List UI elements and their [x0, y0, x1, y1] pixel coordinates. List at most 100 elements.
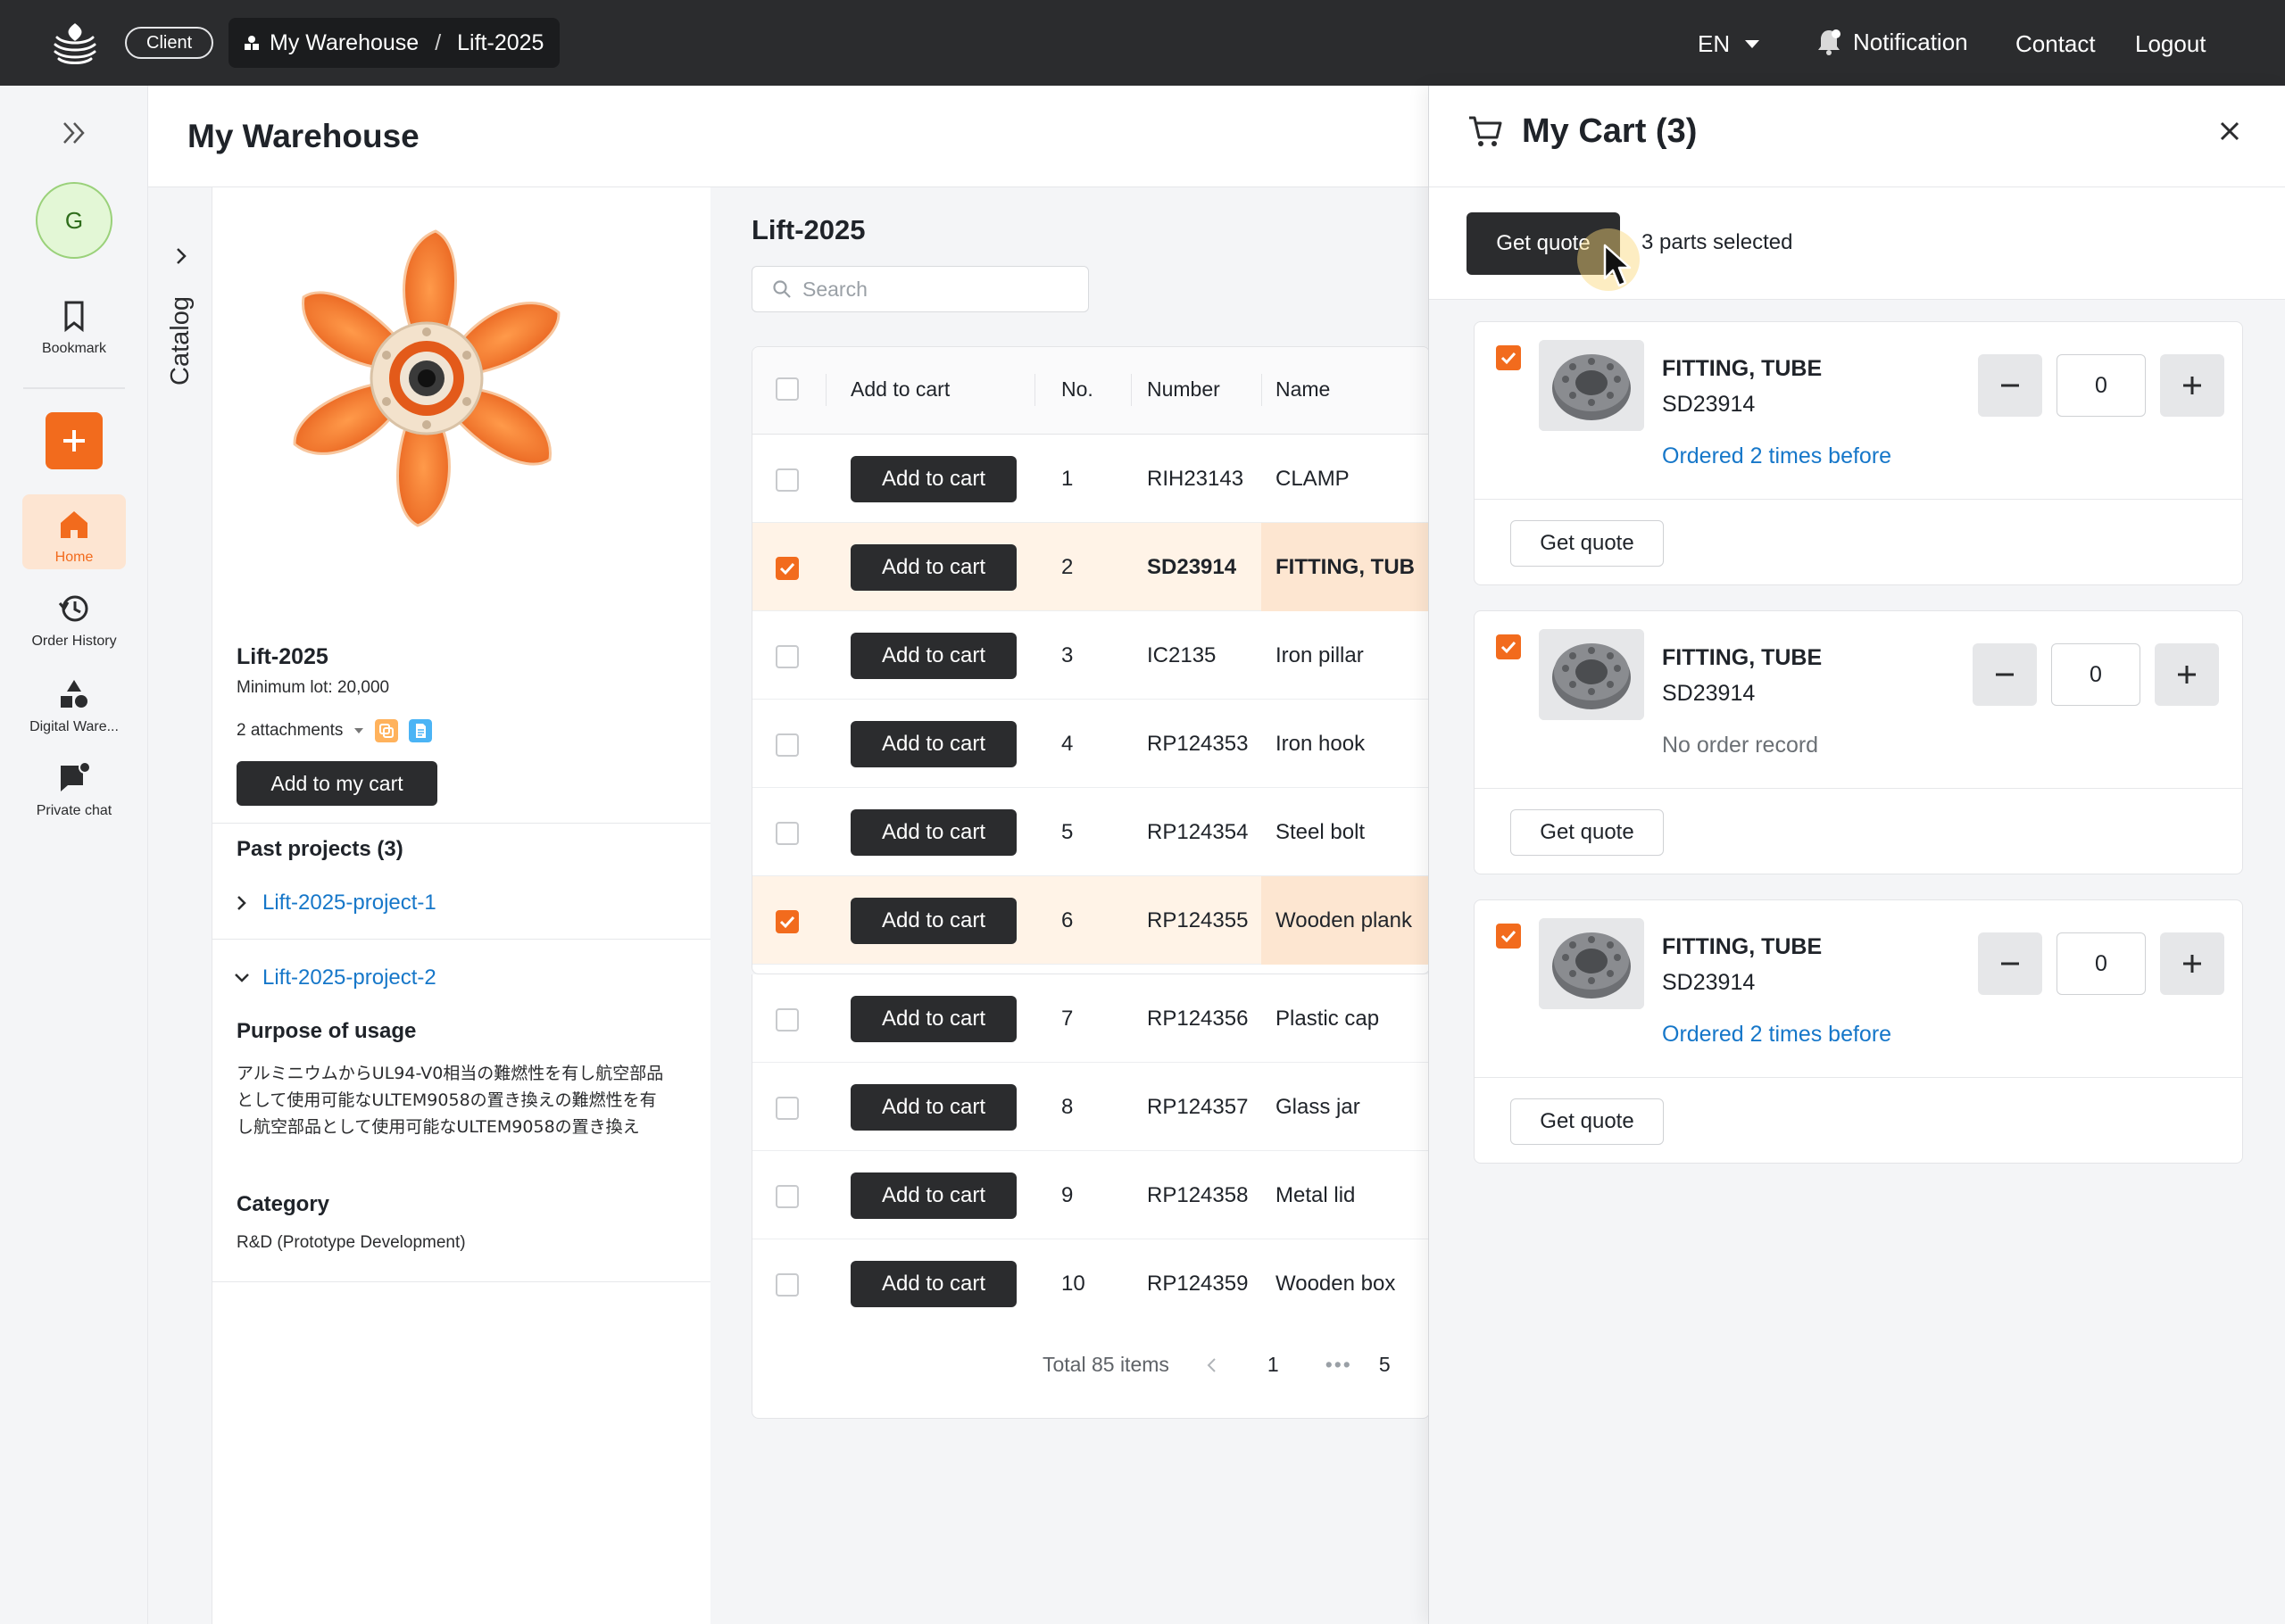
page-title: My Warehouse [187, 118, 420, 154]
project-link-2[interactable]: Lift-2025-project-2 [234, 965, 436, 990]
sidebar-item-digital-warehouse[interactable]: Digital Ware... [0, 676, 148, 735]
add-button[interactable] [46, 412, 103, 469]
table-row[interactable]: Add to cart 10 RP124359 Wooden box [752, 1239, 1429, 1328]
page-ellipsis[interactable]: ••• [1325, 1353, 1352, 1377]
image-file-icon[interactable] [375, 719, 399, 742]
past-projects-heading: Past projects (3) [237, 837, 403, 861]
decrement-button[interactable] [1978, 354, 2042, 417]
cell-no: 4 [1061, 732, 1074, 756]
table-row[interactable]: Add to cart 8 RP124357 Glass jar [752, 1063, 1429, 1151]
row-checkbox[interactable] [776, 1097, 799, 1120]
plus-icon [2183, 377, 2201, 394]
add-to-cart-button[interactable]: Add to cart [851, 996, 1017, 1042]
column-header-name: Name [1275, 377, 1331, 401]
quantity-input[interactable]: 0 [2051, 643, 2140, 706]
row-checkbox[interactable] [776, 645, 799, 668]
select-all-checkbox[interactable] [776, 377, 799, 401]
sidebar-item-order-history[interactable]: Order History [0, 591, 148, 650]
name-cell: FITTING, TUB [1261, 523, 1429, 611]
table-row[interactable]: Add to cart 1 RIH23143 CLAMP [752, 435, 1429, 523]
add-to-cart-button[interactable]: Add to cart [851, 1172, 1017, 1219]
cart-item-checkbox[interactable] [1496, 345, 1521, 370]
row-checkbox[interactable] [776, 557, 799, 580]
cell-no: 6 [1061, 908, 1074, 932]
cell-number: RIH23143 [1147, 467, 1244, 491]
table-row[interactable]: Add to cart 9 RP124358 Metal lid [752, 1151, 1429, 1239]
sidebar-item-home[interactable]: Home [0, 507, 148, 566]
search-input[interactable]: Search [752, 266, 1089, 312]
part-name: FITTING, TUBE [1662, 645, 1823, 670]
table-row[interactable]: Add to cart 3 IC2135 Iron pillar [752, 611, 1429, 700]
cell-name: Wooden box [1275, 1272, 1396, 1296]
table-row[interactable]: Add to cart 6 RP124355 Wooden plank [752, 876, 1429, 965]
add-to-cart-button[interactable]: Add to cart [851, 1261, 1017, 1307]
sidebar-item-private-chat[interactable]: Private chat [0, 760, 148, 819]
page-last[interactable]: 5 [1379, 1353, 1391, 1377]
order-history-link[interactable]: Ordered 2 times before [1662, 1022, 1891, 1048]
column-divider [826, 374, 827, 406]
cell-number: RP124357 [1147, 1095, 1249, 1119]
row-checkbox[interactable] [776, 733, 799, 757]
cell-name: FITTING, TUB [1275, 555, 1415, 579]
add-to-my-cart-button[interactable]: Add to my cart [237, 761, 437, 806]
chevron-right-icon[interactable] [171, 246, 191, 266]
product-image [293, 229, 561, 527]
document-file-icon[interactable] [409, 719, 433, 742]
name-cell: Wooden box [1261, 1239, 1429, 1328]
expand-sidebar-icon[interactable] [59, 118, 89, 148]
attachments-dropdown[interactable]: 2 attachments [237, 719, 433, 742]
order-history-link[interactable]: Ordered 2 times before [1662, 443, 1891, 469]
table-row[interactable]: Add to cart 4 RP124353 Iron hook [752, 700, 1429, 788]
quantity-input[interactable]: 0 [2056, 932, 2146, 995]
add-to-cart-button[interactable]: Add to cart [851, 544, 1017, 591]
brand-logo-icon[interactable] [50, 20, 100, 66]
row-checkbox[interactable] [776, 1185, 799, 1208]
breadcrumb-item-lift-2025[interactable]: Lift-2025 [457, 30, 544, 56]
item-get-quote-button[interactable]: Get quote [1510, 1098, 1664, 1145]
cell-name: Wooden plank [1275, 908, 1412, 932]
row-checkbox[interactable] [776, 1008, 799, 1032]
contact-link[interactable]: Contact [2015, 30, 2096, 58]
notification-label: Notification [1853, 28, 1968, 55]
add-to-cart-button[interactable]: Add to cart [851, 1084, 1017, 1131]
row-checkbox[interactable] [776, 1273, 799, 1297]
increment-button[interactable] [2155, 643, 2219, 706]
caret-down-icon [1745, 39, 1760, 48]
avatar[interactable]: G [36, 182, 112, 259]
item-get-quote-button[interactable]: Get quote [1510, 520, 1664, 567]
table-row[interactable]: Add to cart 7 RP124356 Plastic cap [752, 974, 1429, 1063]
item-get-quote-button[interactable]: Get quote [1510, 809, 1664, 856]
decrement-button[interactable] [1973, 643, 2037, 706]
chevron-left-icon[interactable] [1205, 1356, 1219, 1374]
quantity-input[interactable]: 0 [2056, 354, 2146, 417]
page-1[interactable]: 1 [1267, 1353, 1279, 1377]
cart-item-checkbox[interactable] [1496, 634, 1521, 659]
decrement-button[interactable] [1978, 932, 2042, 995]
logout-link[interactable]: Logout [2135, 30, 2206, 58]
divider [212, 1281, 710, 1282]
row-checkbox[interactable] [776, 822, 799, 845]
table-row[interactable]: Add to cart 2 SD23914 FITTING, TUB [752, 523, 1429, 611]
add-to-cart-button[interactable]: Add to cart [851, 633, 1017, 679]
breadcrumb: My Warehouse / Lift-2025 [228, 18, 561, 68]
cell-number: RP124354 [1147, 820, 1249, 844]
notification-button[interactable]: Notification [1816, 28, 1968, 56]
project-link-1[interactable]: Lift-2025-project-1 [234, 891, 436, 916]
close-icon[interactable] [2214, 116, 2245, 146]
language-select[interactable]: EN [1698, 30, 1760, 58]
add-to-cart-button[interactable]: Add to cart [851, 809, 1017, 856]
add-to-cart-button[interactable]: Add to cart [851, 721, 1017, 767]
row-checkbox[interactable] [776, 468, 799, 492]
catalog-toggle[interactable]: Catalog [148, 187, 212, 1624]
table-row[interactable]: Add to cart 5 RP124354 Steel bolt [752, 788, 1429, 876]
increment-button[interactable] [2160, 354, 2224, 417]
cart-item-checkbox[interactable] [1496, 924, 1521, 949]
cell-no: 9 [1061, 1183, 1074, 1207]
part-thumbnail [1539, 918, 1644, 1009]
row-checkbox[interactable] [776, 910, 799, 933]
add-to-cart-button[interactable]: Add to cart [851, 898, 1017, 944]
breadcrumb-item-my-warehouse[interactable]: My Warehouse [270, 30, 419, 56]
increment-button[interactable] [2160, 932, 2224, 995]
cell-name: CLAMP [1275, 467, 1350, 491]
add-to-cart-button[interactable]: Add to cart [851, 456, 1017, 502]
